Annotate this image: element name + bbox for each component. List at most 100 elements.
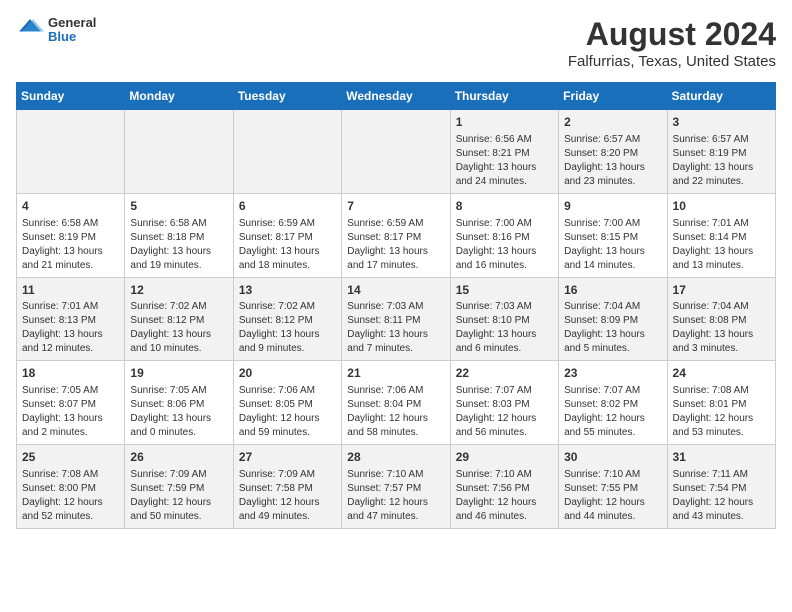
day-info: Sunrise: 7:06 AM Sunset: 8:04 PM Dayligh… [347, 384, 444, 440]
day-info: Sunrise: 7:03 AM Sunset: 8:11 PM Dayligh… [347, 300, 444, 356]
day-number: 9 [564, 198, 661, 215]
calendar-day-cell: 21 Sunrise: 7:06 AM Sunset: 8:04 PM Dayli… [342, 361, 450, 445]
calendar-day-cell: 4 Sunrise: 6:58 AM Sunset: 8:19 PM Daylig… [17, 193, 125, 277]
calendar-day-cell: 18 Sunrise: 7:05 AM Sunset: 8:07 PM Dayli… [17, 361, 125, 445]
calendar-day-cell [233, 110, 341, 194]
calendar-day-cell [342, 110, 450, 194]
calendar-week-row: 25Sunrise: 7:08 AM Sunset: 8:00 PM Dayli… [17, 445, 776, 529]
day-info: Sunrise: 7:04 AM Sunset: 8:09 PM Dayligh… [564, 300, 661, 356]
day-info: Sunrise: 7:01 AM Sunset: 8:13 PM Dayligh… [22, 300, 119, 356]
day-info: Sunrise: 7:11 AM Sunset: 7:54 PM Dayligh… [673, 468, 770, 524]
day-number: 22 [456, 365, 553, 382]
calendar-day-cell: 13Sunrise: 7:02 AM Sunset: 8:12 PM Dayli… [233, 277, 341, 361]
calendar-day-cell: 8Sunrise: 7:00 AM Sunset: 8:16 PM Daylig… [450, 193, 558, 277]
calendar-day-cell: 17Sunrise: 7:04 AM Sunset: 8:08 PM Dayli… [667, 277, 775, 361]
day-info: Sunrise: 7:03 AM Sunset: 8:10 PM Dayligh… [456, 300, 553, 356]
calendar-day-cell: 3 Sunrise: 6:57 AM Sunset: 8:19 PM Daylig… [667, 110, 775, 194]
calendar-day-cell: 6 Sunrise: 6:59 AM Sunset: 8:17 PM Daylig… [233, 193, 341, 277]
day-info: Sunrise: 7:00 AM Sunset: 8:16 PM Dayligh… [456, 217, 553, 273]
calendar-day-cell: 10 Sunrise: 7:01 AM Sunset: 8:14 PM Dayli… [667, 193, 775, 277]
calendar-day-cell: 9 Sunrise: 7:00 AM Sunset: 8:15 PM Daylig… [559, 193, 667, 277]
logo-general: General [48, 16, 96, 30]
calendar-day-cell: 30 Sunrise: 7:10 AM Sunset: 7:55 PM Dayli… [559, 445, 667, 529]
page-title: August 2024 [568, 16, 776, 53]
day-info: Sunrise: 7:02 AM Sunset: 8:12 PM Dayligh… [130, 300, 227, 356]
day-info: Sunrise: 7:06 AM Sunset: 8:05 PM Dayligh… [239, 384, 336, 440]
day-number: 16 [564, 282, 661, 299]
day-number: 11 [22, 282, 119, 299]
logo: General Blue [16, 16, 96, 45]
day-number: 28 [347, 449, 444, 466]
calendar-day-cell [17, 110, 125, 194]
day-info: Sunrise: 6:59 AM Sunset: 8:17 PM Dayligh… [347, 217, 444, 273]
day-number: 21 [347, 365, 444, 382]
calendar-day-cell: 7 Sunrise: 6:59 AM Sunset: 8:17 PM Daylig… [342, 193, 450, 277]
day-number: 29 [456, 449, 553, 466]
header-thursday: Thursday [450, 83, 558, 110]
calendar-day-cell: 11Sunrise: 7:01 AM Sunset: 8:13 PM Dayli… [17, 277, 125, 361]
calendar-day-cell: 2Sunrise: 6:57 AM Sunset: 8:20 PM Daylig… [559, 110, 667, 194]
calendar-table: SundayMondayTuesdayWednesdayThursdayFrid… [16, 82, 776, 529]
logo-blue: Blue [48, 30, 96, 44]
day-number: 6 [239, 198, 336, 215]
day-info: Sunrise: 7:05 AM Sunset: 8:06 PM Dayligh… [130, 384, 227, 440]
day-info: Sunrise: 7:09 AM Sunset: 7:58 PM Dayligh… [239, 468, 336, 524]
day-info: Sunrise: 6:57 AM Sunset: 8:19 PM Dayligh… [673, 133, 770, 189]
logo-text: General Blue [48, 16, 96, 45]
calendar-body: 1 Sunrise: 6:56 AM Sunset: 8:21 PM Daylig… [17, 110, 776, 529]
calendar-day-cell: 15Sunrise: 7:03 AM Sunset: 8:10 PM Dayli… [450, 277, 558, 361]
calendar-day-cell: 22Sunrise: 7:07 AM Sunset: 8:03 PM Dayli… [450, 361, 558, 445]
calendar-day-cell: 26Sunrise: 7:09 AM Sunset: 7:59 PM Dayli… [125, 445, 233, 529]
header-row: SundayMondayTuesdayWednesdayThursdayFrid… [17, 83, 776, 110]
calendar-day-cell: 12Sunrise: 7:02 AM Sunset: 8:12 PM Dayli… [125, 277, 233, 361]
header-monday: Monday [125, 83, 233, 110]
day-number: 20 [239, 365, 336, 382]
calendar-day-cell: 29 Sunrise: 7:10 AM Sunset: 7:56 PM Dayli… [450, 445, 558, 529]
calendar-day-cell: 14Sunrise: 7:03 AM Sunset: 8:11 PM Dayli… [342, 277, 450, 361]
day-number: 23 [564, 365, 661, 382]
logo-icon [16, 16, 44, 44]
day-number: 24 [673, 365, 770, 382]
day-number: 25 [22, 449, 119, 466]
calendar-day-cell: 27Sunrise: 7:09 AM Sunset: 7:58 PM Dayli… [233, 445, 341, 529]
day-number: 13 [239, 282, 336, 299]
header-saturday: Saturday [667, 83, 775, 110]
page-header: General Blue August 2024 Falfurrias, Tex… [16, 16, 776, 70]
header-friday: Friday [559, 83, 667, 110]
day-number: 15 [456, 282, 553, 299]
calendar-day-cell: 25Sunrise: 7:08 AM Sunset: 8:00 PM Dayli… [17, 445, 125, 529]
title-block: August 2024 Falfurrias, Texas, United St… [568, 16, 776, 70]
calendar-day-cell: 24Sunrise: 7:08 AM Sunset: 8:01 PM Dayli… [667, 361, 775, 445]
day-info: Sunrise: 7:10 AM Sunset: 7:56 PM Dayligh… [456, 468, 553, 524]
day-number: 10 [673, 198, 770, 215]
day-number: 14 [347, 282, 444, 299]
calendar-day-cell: 1 Sunrise: 6:56 AM Sunset: 8:21 PM Daylig… [450, 110, 558, 194]
day-number: 4 [22, 198, 119, 215]
page-subtitle: Falfurrias, Texas, United States [568, 53, 776, 70]
day-info: Sunrise: 6:58 AM Sunset: 8:19 PM Dayligh… [22, 217, 119, 273]
day-number: 12 [130, 282, 227, 299]
day-info: Sunrise: 7:05 AM Sunset: 8:07 PM Dayligh… [22, 384, 119, 440]
calendar-week-row: 4 Sunrise: 6:58 AM Sunset: 8:19 PM Daylig… [17, 193, 776, 277]
header-sunday: Sunday [17, 83, 125, 110]
day-number: 2 [564, 114, 661, 131]
day-number: 3 [673, 114, 770, 131]
day-number: 30 [564, 449, 661, 466]
day-info: Sunrise: 7:01 AM Sunset: 8:14 PM Dayligh… [673, 217, 770, 273]
calendar-day-cell: 23Sunrise: 7:07 AM Sunset: 8:02 PM Dayli… [559, 361, 667, 445]
day-number: 7 [347, 198, 444, 215]
day-number: 5 [130, 198, 227, 215]
calendar-day-cell: 5Sunrise: 6:58 AM Sunset: 8:18 PM Daylig… [125, 193, 233, 277]
day-info: Sunrise: 7:10 AM Sunset: 7:55 PM Dayligh… [564, 468, 661, 524]
day-number: 19 [130, 365, 227, 382]
day-info: Sunrise: 7:00 AM Sunset: 8:15 PM Dayligh… [564, 217, 661, 273]
calendar-day-cell: 31Sunrise: 7:11 AM Sunset: 7:54 PM Dayli… [667, 445, 775, 529]
calendar-week-row: 1 Sunrise: 6:56 AM Sunset: 8:21 PM Daylig… [17, 110, 776, 194]
calendar-day-cell: 20 Sunrise: 7:06 AM Sunset: 8:05 PM Dayli… [233, 361, 341, 445]
day-number: 18 [22, 365, 119, 382]
day-number: 1 [456, 114, 553, 131]
calendar-week-row: 18 Sunrise: 7:05 AM Sunset: 8:07 PM Dayli… [17, 361, 776, 445]
day-info: Sunrise: 6:56 AM Sunset: 8:21 PM Dayligh… [456, 133, 553, 189]
day-info: Sunrise: 7:02 AM Sunset: 8:12 PM Dayligh… [239, 300, 336, 356]
day-info: Sunrise: 6:59 AM Sunset: 8:17 PM Dayligh… [239, 217, 336, 273]
